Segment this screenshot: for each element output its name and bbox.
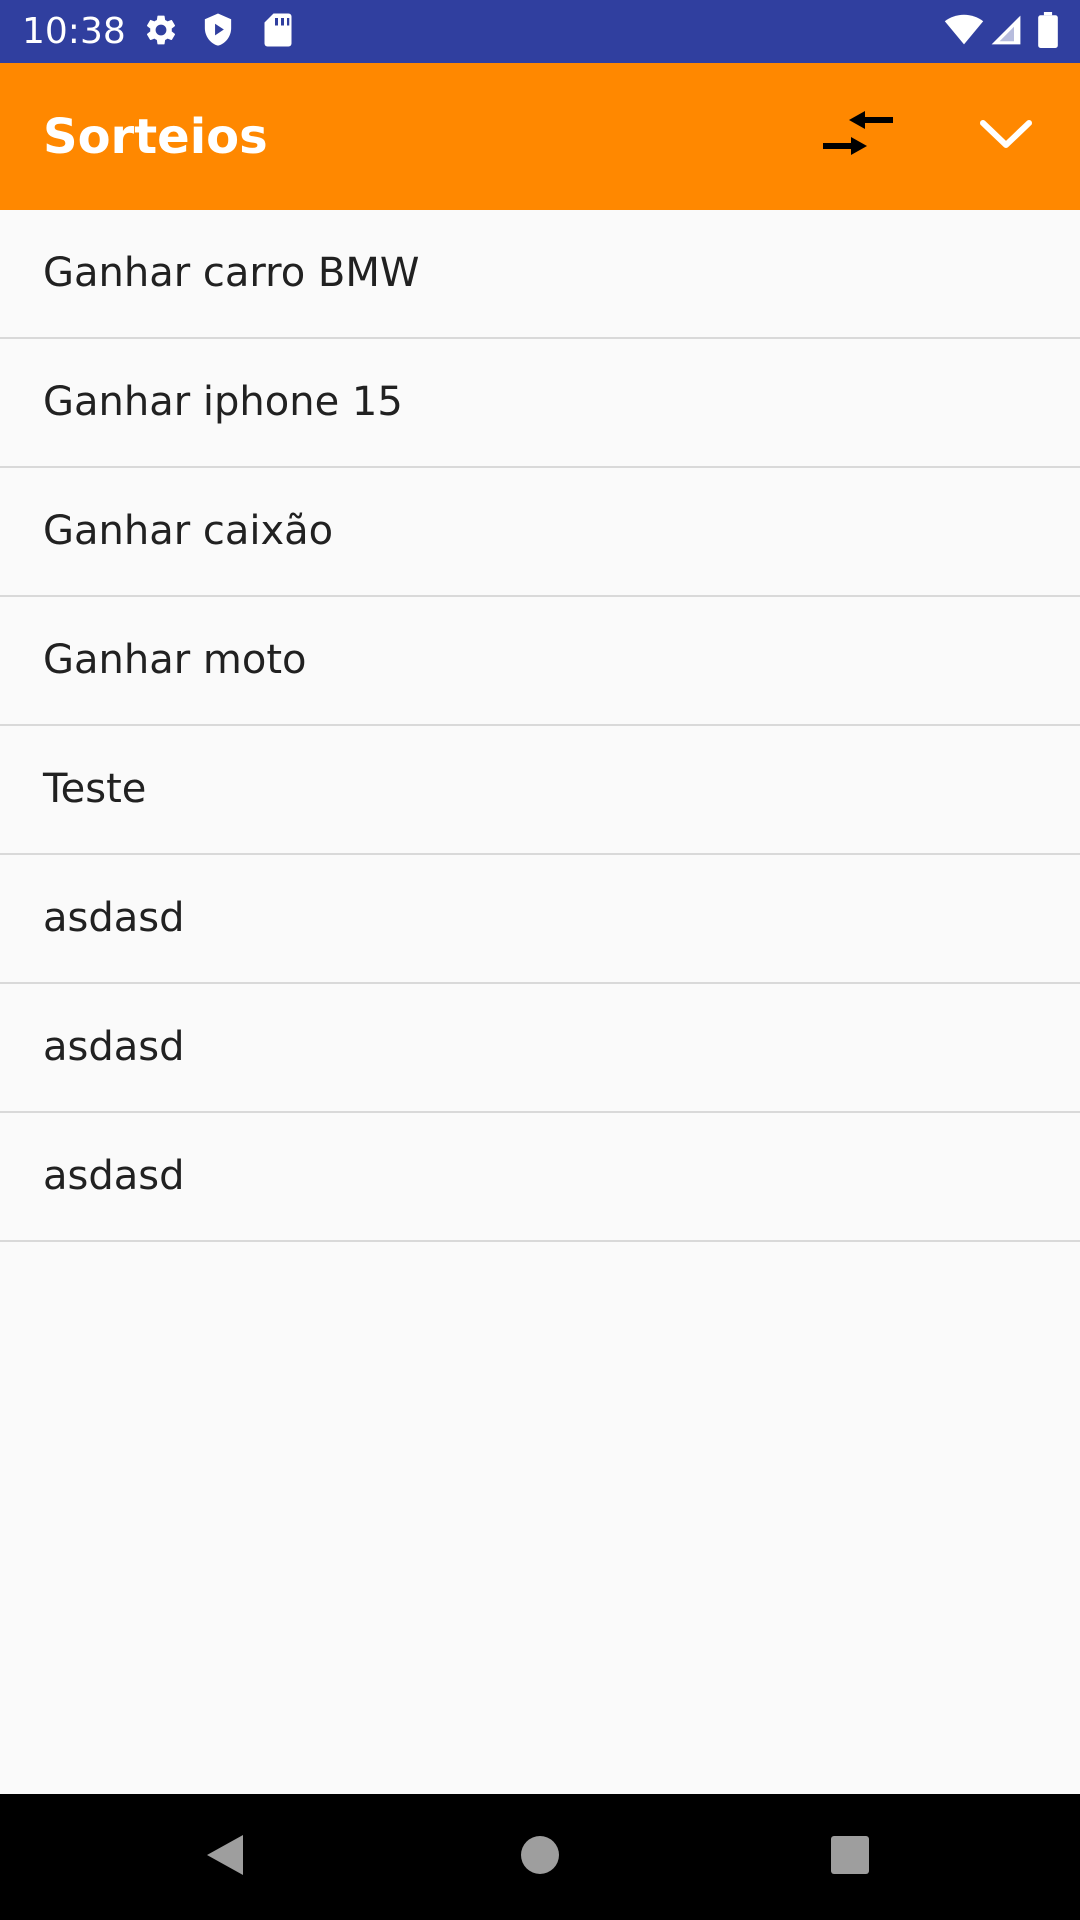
recents-button[interactable]: [805, 1812, 895, 1902]
list-item[interactable]: Teste: [0, 726, 1080, 855]
chevron-down-icon: [978, 117, 1034, 156]
recents-icon: [830, 1835, 870, 1880]
list-item[interactable]: Ganhar caixão: [0, 468, 1080, 597]
expand-button[interactable]: [956, 86, 1056, 186]
list-item-label: asdasd: [43, 1153, 185, 1199]
list-item[interactable]: Ganhar carro BMW: [0, 210, 1080, 339]
compare-arrows-icon: [821, 108, 895, 165]
back-icon: [203, 1831, 247, 1884]
home-button[interactable]: [495, 1812, 585, 1902]
list-item[interactable]: asdasd: [0, 984, 1080, 1113]
raffle-list: Ganhar carro BMW Ganhar iphone 15 Ganhar…: [0, 210, 1080, 1242]
list-item-label: Ganhar caixão: [43, 508, 334, 554]
back-button[interactable]: [180, 1812, 270, 1902]
list-item-label: Ganhar iphone 15: [43, 379, 403, 425]
wifi-icon: [944, 14, 984, 51]
compare-button[interactable]: [808, 86, 908, 186]
list-item-label: Ganhar carro BMW: [43, 250, 420, 296]
list-item-label: Teste: [43, 766, 147, 812]
signal-icon: [990, 14, 1022, 51]
home-icon: [519, 1834, 561, 1881]
status-time: 10:38: [22, 11, 126, 52]
list-item-label: asdasd: [43, 1024, 185, 1070]
list-item-label: asdasd: [43, 895, 185, 941]
list-item[interactable]: Ganhar iphone 15: [0, 339, 1080, 468]
shield-icon: [200, 12, 236, 55]
list-item[interactable]: Ganhar moto: [0, 597, 1080, 726]
page-title: Sorteios: [43, 109, 268, 165]
app-bar: Sorteios: [0, 63, 1080, 210]
list-item[interactable]: asdasd: [0, 855, 1080, 984]
settings-icon: [143, 12, 179, 53]
list-item[interactable]: asdasd: [0, 1113, 1080, 1242]
sd-card-icon: [262, 12, 294, 53]
navigation-bar: [0, 1794, 1080, 1920]
battery-icon: [1038, 12, 1058, 53]
list-item-label: Ganhar moto: [43, 637, 307, 683]
status-bar: 10:38: [0, 0, 1080, 63]
